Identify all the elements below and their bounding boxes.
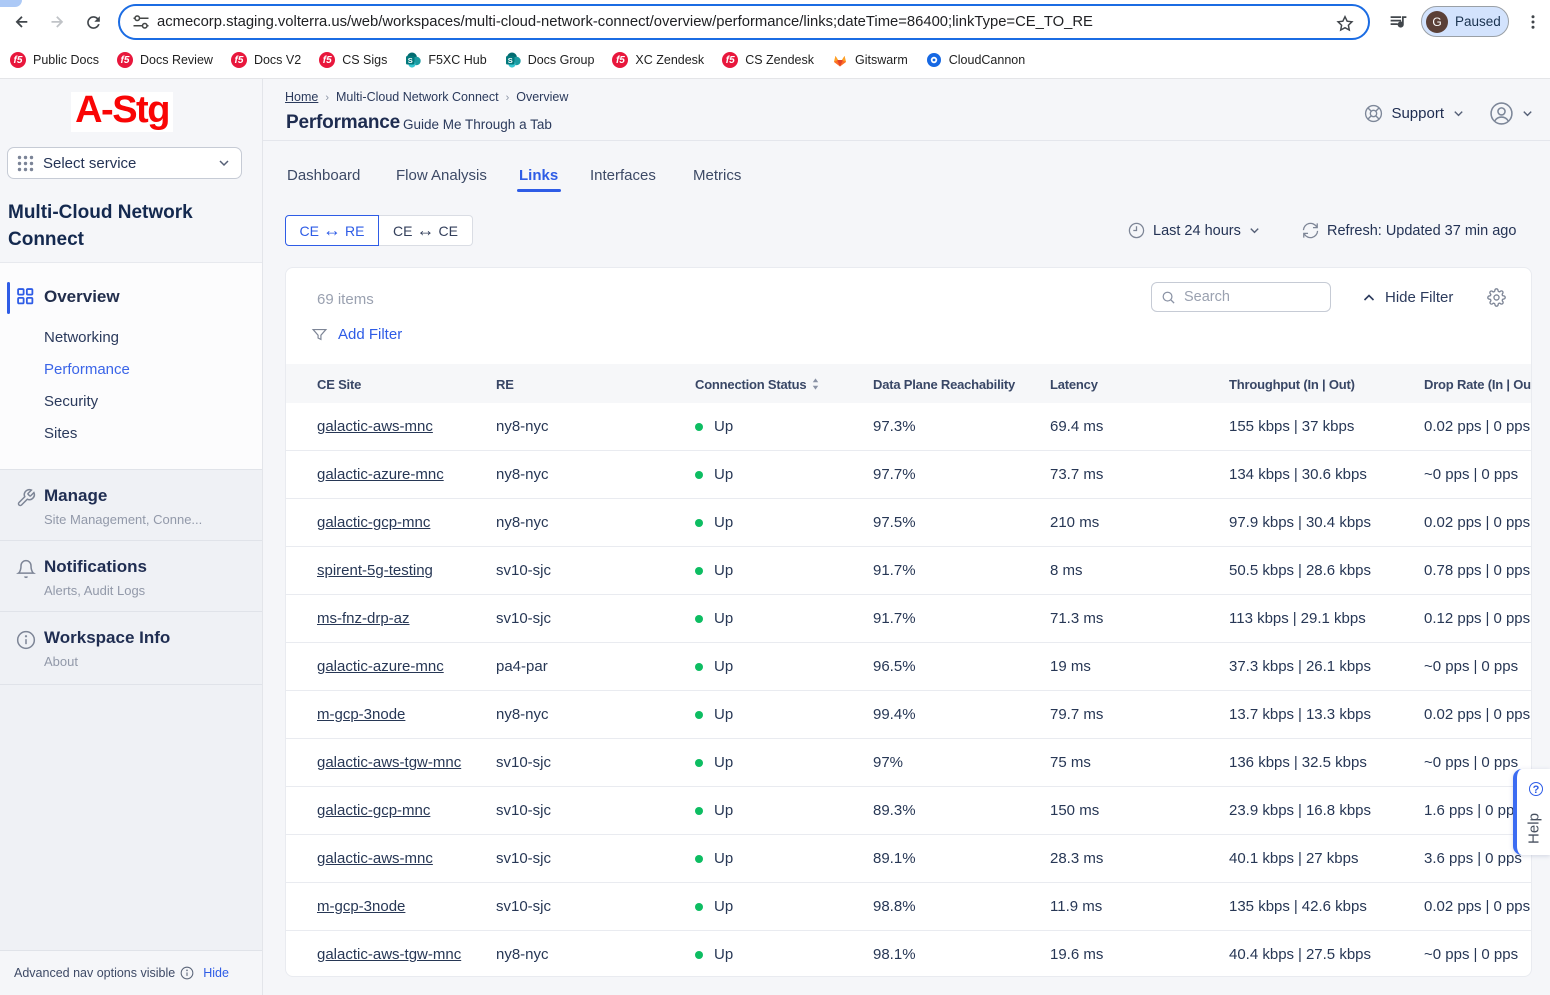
- svg-text:S: S: [507, 56, 512, 65]
- svg-text:S: S: [408, 56, 413, 65]
